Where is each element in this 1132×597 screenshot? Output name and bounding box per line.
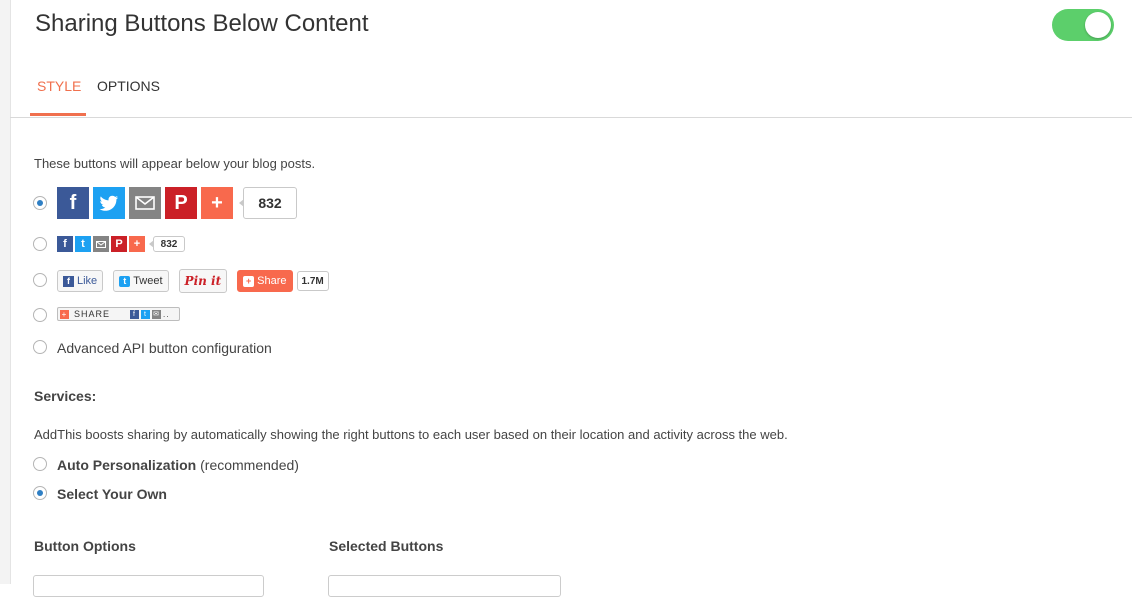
more-icon: .. (163, 309, 170, 319)
share-count: 832 (149, 236, 185, 252)
style-native-buttons[interactable]: f Like t Tweet Pin it + Share 1.7M (57, 269, 329, 293)
tab-style[interactable]: STYLE (37, 78, 81, 94)
compact-share-label: SHARE (74, 309, 111, 319)
compact-share-button: + SHARE f t ✉ .. (57, 307, 180, 321)
addthis-plus-icon: + (60, 309, 69, 319)
tweet-label: Tweet (133, 275, 163, 287)
auto-personalization-text: Auto Personalization (57, 457, 197, 473)
facebook-icon: f (63, 275, 74, 287)
recommended-note: (recommended) (200, 457, 299, 473)
email-icon (129, 187, 161, 219)
style-radio-advanced[interactable] (33, 340, 47, 354)
email-icon: ✉ (152, 309, 161, 319)
selected-buttons-list[interactable] (328, 575, 561, 597)
select-your-own-radio[interactable] (33, 486, 47, 500)
pinterest-icon: P (165, 187, 197, 219)
twitter-icon (93, 187, 125, 219)
tab-options[interactable]: OPTIONS (97, 78, 160, 94)
style-radio-small[interactable] (33, 237, 47, 251)
facebook-icon: f (57, 187, 89, 219)
share-count: 1.7M (296, 271, 329, 291)
select-your-own-text: Select Your Own (57, 486, 167, 502)
addthis-share-button: + Share (237, 270, 293, 292)
facebook-icon: f (130, 309, 139, 319)
style-compact-button[interactable]: + SHARE f t ✉ .. (57, 307, 180, 321)
auto-personalization-radio[interactable] (33, 457, 47, 471)
style-small-buttons[interactable]: f t P + 832 (57, 236, 185, 252)
facebook-icon: f (57, 236, 73, 252)
like-label: Like (77, 275, 98, 287)
addthis-plus-icon: + (243, 275, 255, 287)
facebook-like-button: f Like (57, 270, 104, 292)
addthis-plus-icon: + (201, 187, 233, 219)
intro-text: These buttons will appear below your blo… (34, 156, 316, 171)
style-large-buttons[interactable]: f P + 832 (57, 187, 297, 219)
style-radio-compact[interactable] (33, 308, 47, 322)
toggle-knob (1085, 12, 1111, 38)
services-description: AddThis boosts sharing by automatically … (34, 427, 788, 442)
pin-it-button: Pin it (178, 269, 228, 293)
share-count: 832 (239, 187, 297, 219)
button-options-heading: Button Options (34, 538, 136, 554)
active-tab-indicator (30, 113, 86, 116)
tweet-button: t Tweet (113, 270, 169, 292)
advanced-config-label[interactable]: Advanced API button configuration (57, 340, 272, 356)
style-radio-large[interactable] (33, 196, 47, 210)
button-options-list[interactable] (33, 575, 264, 597)
enable-toggle[interactable] (1052, 9, 1114, 41)
tab-divider (10, 117, 1132, 118)
pinterest-icon: P (111, 236, 127, 252)
twitter-icon: t (75, 236, 91, 252)
twitter-icon: t (119, 275, 131, 287)
share-label: Share (257, 275, 287, 287)
email-icon (93, 236, 109, 252)
select-your-own-label[interactable]: Select Your Own (57, 486, 167, 502)
services-title: Services: (34, 388, 97, 404)
page-title: Sharing Buttons Below Content (35, 10, 369, 37)
selected-buttons-heading: Selected Buttons (329, 538, 444, 554)
left-gutter (0, 0, 11, 584)
addthis-plus-icon: + (129, 236, 145, 252)
style-radio-native[interactable] (33, 273, 47, 287)
auto-personalization-label[interactable]: Auto Personalization (recommended) (57, 457, 299, 473)
twitter-icon: t (141, 309, 150, 319)
